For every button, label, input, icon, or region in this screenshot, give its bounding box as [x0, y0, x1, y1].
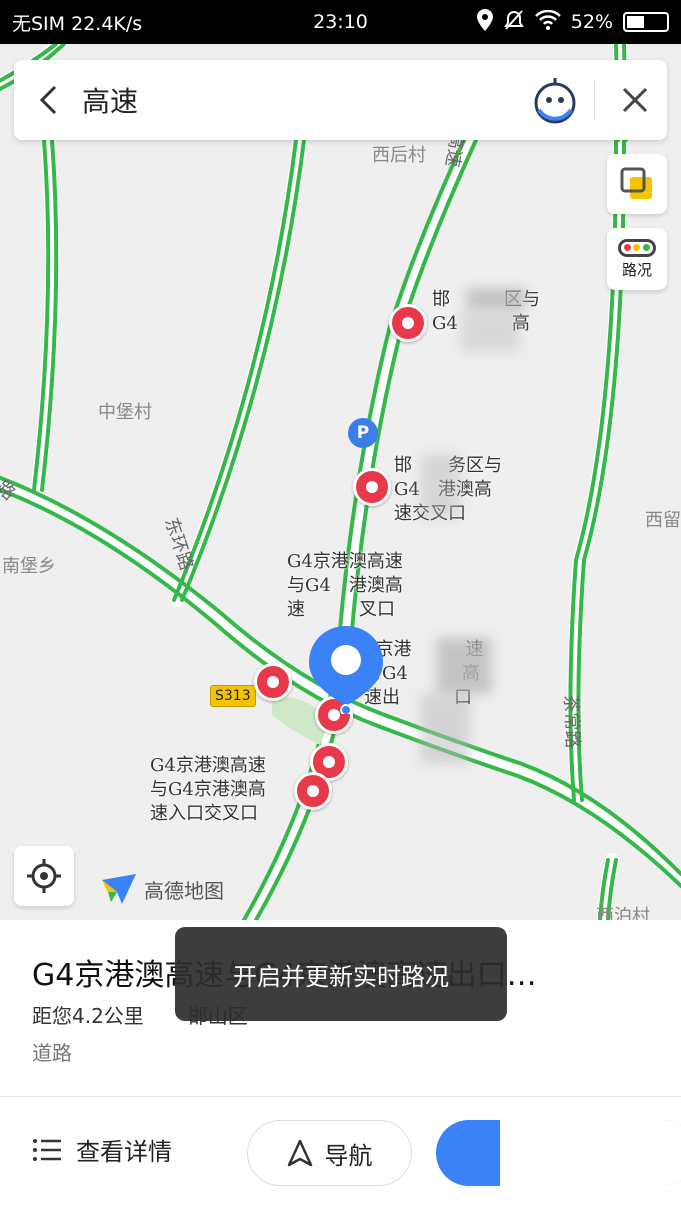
network-speed: 22.4K/s [71, 12, 143, 35]
back-button[interactable] [14, 60, 82, 140]
traffic-button[interactable]: 路况 [607, 228, 667, 290]
result-category: 道路 [32, 1041, 72, 1065]
navigate-button[interactable]: 导航 [247, 1120, 412, 1186]
brand-logo: 高德地图 [100, 872, 224, 906]
map-view[interactable]: 西后村 中堡村 南堡乡 西留 西泊村 东环路 茶常路 高速 路 陵 P S313… [0, 44, 681, 920]
status-left: 无SIM 22.4K/s [12, 9, 477, 36]
battery-icon [623, 12, 669, 32]
route-button[interactable] [436, 1120, 681, 1186]
crosshair-icon [27, 859, 61, 893]
battery-percent: 52% [570, 11, 613, 33]
navigate-label: 导航 [324, 1141, 373, 1170]
navigation-arrow-icon [287, 1139, 312, 1167]
place-label: 西后村 [372, 145, 426, 166]
poi-label[interactable]: G4京港澳高速 与G4 港澳高 速 叉口 [287, 550, 403, 622]
obscured-region [500, 1120, 681, 1186]
toast-message: 开启并更新实时路况 [175, 927, 507, 1021]
poi-marker[interactable] [294, 772, 332, 810]
traffic-label: 路况 [621, 260, 652, 279]
road-network [0, 44, 681, 920]
layers-icon [620, 167, 652, 199]
blurred-region [420, 694, 470, 764]
status-bar: 无SIM 22.4K/s 23:10 52% [0, 0, 681, 44]
status-icons: 52% [476, 8, 669, 36]
list-icon [33, 1138, 61, 1161]
result-distance: 距您4.2公里 [32, 1004, 144, 1028]
wifi-icon [534, 9, 561, 35]
location-icon [476, 8, 493, 36]
selected-location-pin[interactable] [307, 624, 385, 716]
search-bar: 高速 [14, 60, 667, 140]
close-icon [622, 87, 648, 113]
poi-marker[interactable] [353, 468, 391, 506]
chevron-left-icon [39, 85, 57, 115]
view-details-label: 查看详情 [76, 1138, 172, 1166]
panel-divider [0, 1096, 681, 1097]
place-label: 中堡村 [98, 402, 152, 423]
amap-logo-icon [102, 874, 136, 904]
search-query[interactable]: 高速 [82, 80, 524, 120]
brand-name: 高德地图 [144, 878, 224, 903]
layers-button[interactable] [607, 154, 667, 214]
road-badge: S313 [210, 685, 256, 707]
alarm-off-icon [503, 9, 525, 36]
locate-button[interactable] [14, 846, 74, 906]
blurred-region [436, 638, 492, 694]
place-label: 西留 [645, 510, 681, 531]
place-label: 南堡乡 [2, 556, 56, 577]
blurred-region [420, 454, 460, 518]
assistant-robot-icon[interactable] [524, 69, 586, 131]
road-label: 茶常路 [560, 694, 583, 749]
close-button[interactable] [603, 60, 667, 140]
traffic-light-icon [618, 238, 656, 257]
poi-marker[interactable] [254, 663, 292, 701]
carrier-text: 无SIM [12, 12, 66, 35]
blurred-region [466, 288, 526, 310]
poi-label[interactable]: G4京港澳高速 与G4京港澳高 速入口交叉口 [150, 754, 266, 826]
place-label: 西泊村 [596, 906, 650, 920]
poi-marker[interactable] [389, 304, 427, 342]
view-details-button[interactable]: 查看详情 [32, 1132, 172, 1167]
parking-icon[interactable]: P [348, 418, 378, 448]
blurred-region [460, 312, 520, 352]
divider [594, 80, 595, 120]
